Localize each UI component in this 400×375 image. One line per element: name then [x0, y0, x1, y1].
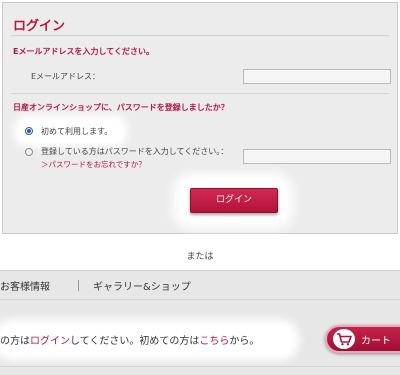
radio-registered[interactable] — [25, 147, 33, 156]
radio-first-time[interactable] — [25, 127, 33, 135]
notice-login-link[interactable]: ログイン — [30, 336, 70, 347]
notice-middle: してください。初めての方は — [70, 336, 200, 347]
divider — [11, 35, 389, 36]
registered-label: 登録している方はパスワードを入力してください。： — [41, 147, 229, 156]
first-time-label: 初めて利用します。 — [41, 126, 113, 136]
email-label: Eメールアドレス： — [31, 72, 101, 81]
password-section-heading: 日産オンラインショップに、パスワードを登録しましたか？ — [13, 103, 229, 112]
nav-divider — [78, 279, 79, 291]
registered-option[interactable]: 登録している方はパスワードを入力してください。： — [25, 146, 228, 157]
login-notice: の方はログインしてください。初めての方はこちらから。 — [0, 332, 259, 347]
login-title: ログイン — [13, 19, 66, 34]
cart-label: カート — [361, 335, 391, 347]
email-field[interactable] — [243, 69, 391, 84]
forgot-password-link[interactable]: ＞パスワードをお忘れですか？ — [41, 159, 146, 170]
first-time-option[interactable]: 初めて利用します。 — [19, 120, 123, 142]
divider — [11, 93, 389, 94]
divider — [0, 299, 400, 300]
notice-here-link[interactable]: こちら — [199, 336, 229, 347]
nav-item-gallery-shop[interactable]: ギャラリー&ショップ — [93, 278, 191, 293]
shopping-cart-icon — [333, 329, 355, 349]
login-panel: ログイン Eメールアドレスを入力してください。 Eメールアドレス： 日産オンライ… — [2, 2, 398, 234]
notice-suffix: から。 — [229, 336, 260, 347]
email-section-heading: Eメールアドレスを入力してください。 — [13, 47, 154, 56]
cart-button[interactable]: カート — [325, 325, 400, 353]
header-nav: お客様情報 ギャラリー&ショップ — [0, 278, 191, 293]
divider — [0, 366, 400, 367]
login-button[interactable]: ログイン — [190, 188, 278, 213]
or-separator: または — [186, 252, 214, 262]
nav-item-customer-info[interactable]: お客様情報 — [0, 278, 50, 293]
password-field[interactable] — [243, 149, 391, 164]
notice-prefix: の方は — [0, 336, 30, 347]
